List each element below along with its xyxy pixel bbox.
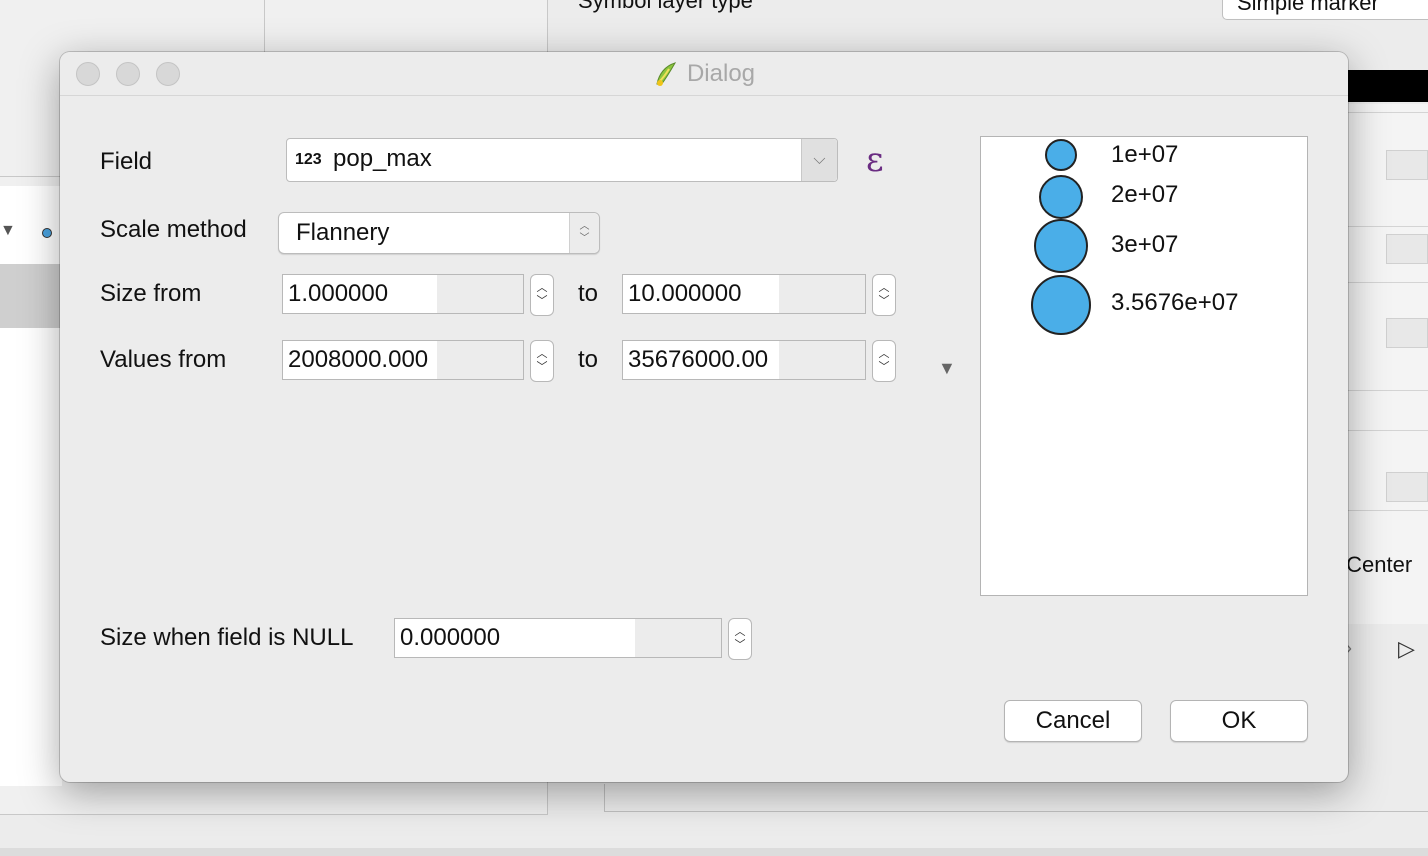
scale-method-value: Flannery	[296, 219, 390, 246]
expand-arrow-icon[interactable]: ▼	[0, 222, 16, 240]
chevron-down-icon[interactable]: ⌵	[801, 139, 837, 181]
background-row-divider	[1346, 112, 1428, 113]
legend-circle	[1034, 219, 1088, 273]
background-row-divider	[1346, 226, 1428, 227]
values-to-value: 35676000.00	[628, 346, 769, 373]
values-from-input[interactable]: 2008000.000	[282, 340, 524, 380]
background-field[interactable]	[1386, 472, 1428, 502]
values-to-spinner[interactable]: ︿ ﹀	[872, 340, 896, 382]
legend-circle	[1031, 275, 1091, 335]
size-assistant-dialog: Dialog Field 123 pop_max ⌵ ε Scale metho…	[60, 52, 1348, 782]
values-from-spinner[interactable]: ︿ ﹀	[530, 340, 554, 382]
legend-label: 2e+07	[1111, 181, 1179, 208]
legend-circle	[1039, 175, 1083, 219]
input-tail	[437, 341, 523, 379]
background-selected-row[interactable]	[0, 264, 62, 328]
input-tail	[437, 275, 523, 313]
values-to-label: to	[578, 346, 599, 373]
ok-button[interactable]: OK	[1170, 700, 1308, 742]
legend-label: 3e+07	[1111, 231, 1179, 258]
background-row-divider	[1346, 282, 1428, 283]
updown-arrows-icon: ︿ ﹀	[569, 213, 599, 253]
input-tail	[779, 341, 865, 379]
background-row-divider	[1346, 430, 1428, 431]
size-to-value: 10.000000	[628, 280, 742, 307]
background-row-divider	[1346, 390, 1428, 391]
background-row-divider	[1346, 510, 1428, 511]
legend-circle	[1045, 139, 1077, 171]
size-to-input[interactable]: 10.000000	[622, 274, 866, 314]
legend-preview: 1e+07 2e+07 3e+07 3.5676e+07	[980, 136, 1308, 596]
input-tail	[779, 275, 865, 313]
field-label: Field	[100, 148, 153, 175]
background-bottom-panel	[604, 784, 1428, 812]
background-properties-panel	[1346, 104, 1428, 624]
scale-method-select[interactable]: Flannery ︿ ﹀	[278, 212, 600, 254]
null-size-input[interactable]: 0.000000	[394, 618, 722, 658]
background-field[interactable]	[1386, 234, 1428, 264]
size-to-label: to	[578, 280, 599, 307]
background-anchor-label: /Center	[1340, 552, 1413, 577]
symbol-layer-type-combo[interactable]: Simple marker	[1222, 0, 1428, 20]
null-size-label: Size when field is NULL	[100, 624, 354, 651]
background-color-swatch[interactable]	[1346, 70, 1428, 102]
title-bar[interactable]: Dialog	[60, 52, 1348, 96]
background-field[interactable]	[1386, 318, 1428, 348]
values-from-value: 2008000.000	[288, 346, 429, 373]
marker-symbol-icon	[42, 228, 52, 238]
cancel-button[interactable]: Cancel	[1004, 700, 1142, 742]
size-from-value: 1.000000	[288, 280, 389, 307]
null-size-spinner[interactable]: ︿ ﹀	[728, 618, 752, 660]
dialog-title: Dialog	[686, 60, 756, 87]
legend-label: 1e+07	[1111, 141, 1179, 168]
symbol-layer-type-label: Symbol layer type	[578, 0, 753, 13]
field-value: pop_max	[333, 145, 432, 172]
size-from-spinner[interactable]: ︿ ﹀	[530, 274, 554, 316]
size-from-label: Size from	[100, 280, 202, 307]
background-field[interactable]	[1386, 150, 1428, 180]
values-to-input[interactable]: 35676000.00	[622, 340, 866, 380]
background-divider	[0, 176, 62, 177]
title-wrap: Dialog	[60, 52, 1348, 96]
null-size-value: 0.000000	[400, 624, 501, 651]
epsilon-icon[interactable]: ε	[866, 140, 884, 180]
numeric-type-icon: 123	[295, 151, 322, 168]
triangle-down-icon[interactable]: ▼	[938, 358, 956, 379]
legend-label: 3.5676e+07	[1111, 289, 1239, 316]
background-divider	[264, 0, 265, 60]
input-tail	[635, 619, 721, 657]
play-arrow-icon[interactable]: ▷	[1398, 636, 1415, 662]
scale-method-label: Scale method	[100, 216, 247, 243]
qgis-logo-icon	[656, 62, 677, 86]
size-from-input[interactable]: 1.000000	[282, 274, 524, 314]
field-select[interactable]: 123 pop_max ⌵	[286, 138, 838, 182]
background-bottom-strip	[0, 848, 1428, 856]
size-to-spinner[interactable]: ︿ ﹀	[872, 274, 896, 316]
values-from-label: Values from	[100, 346, 227, 373]
